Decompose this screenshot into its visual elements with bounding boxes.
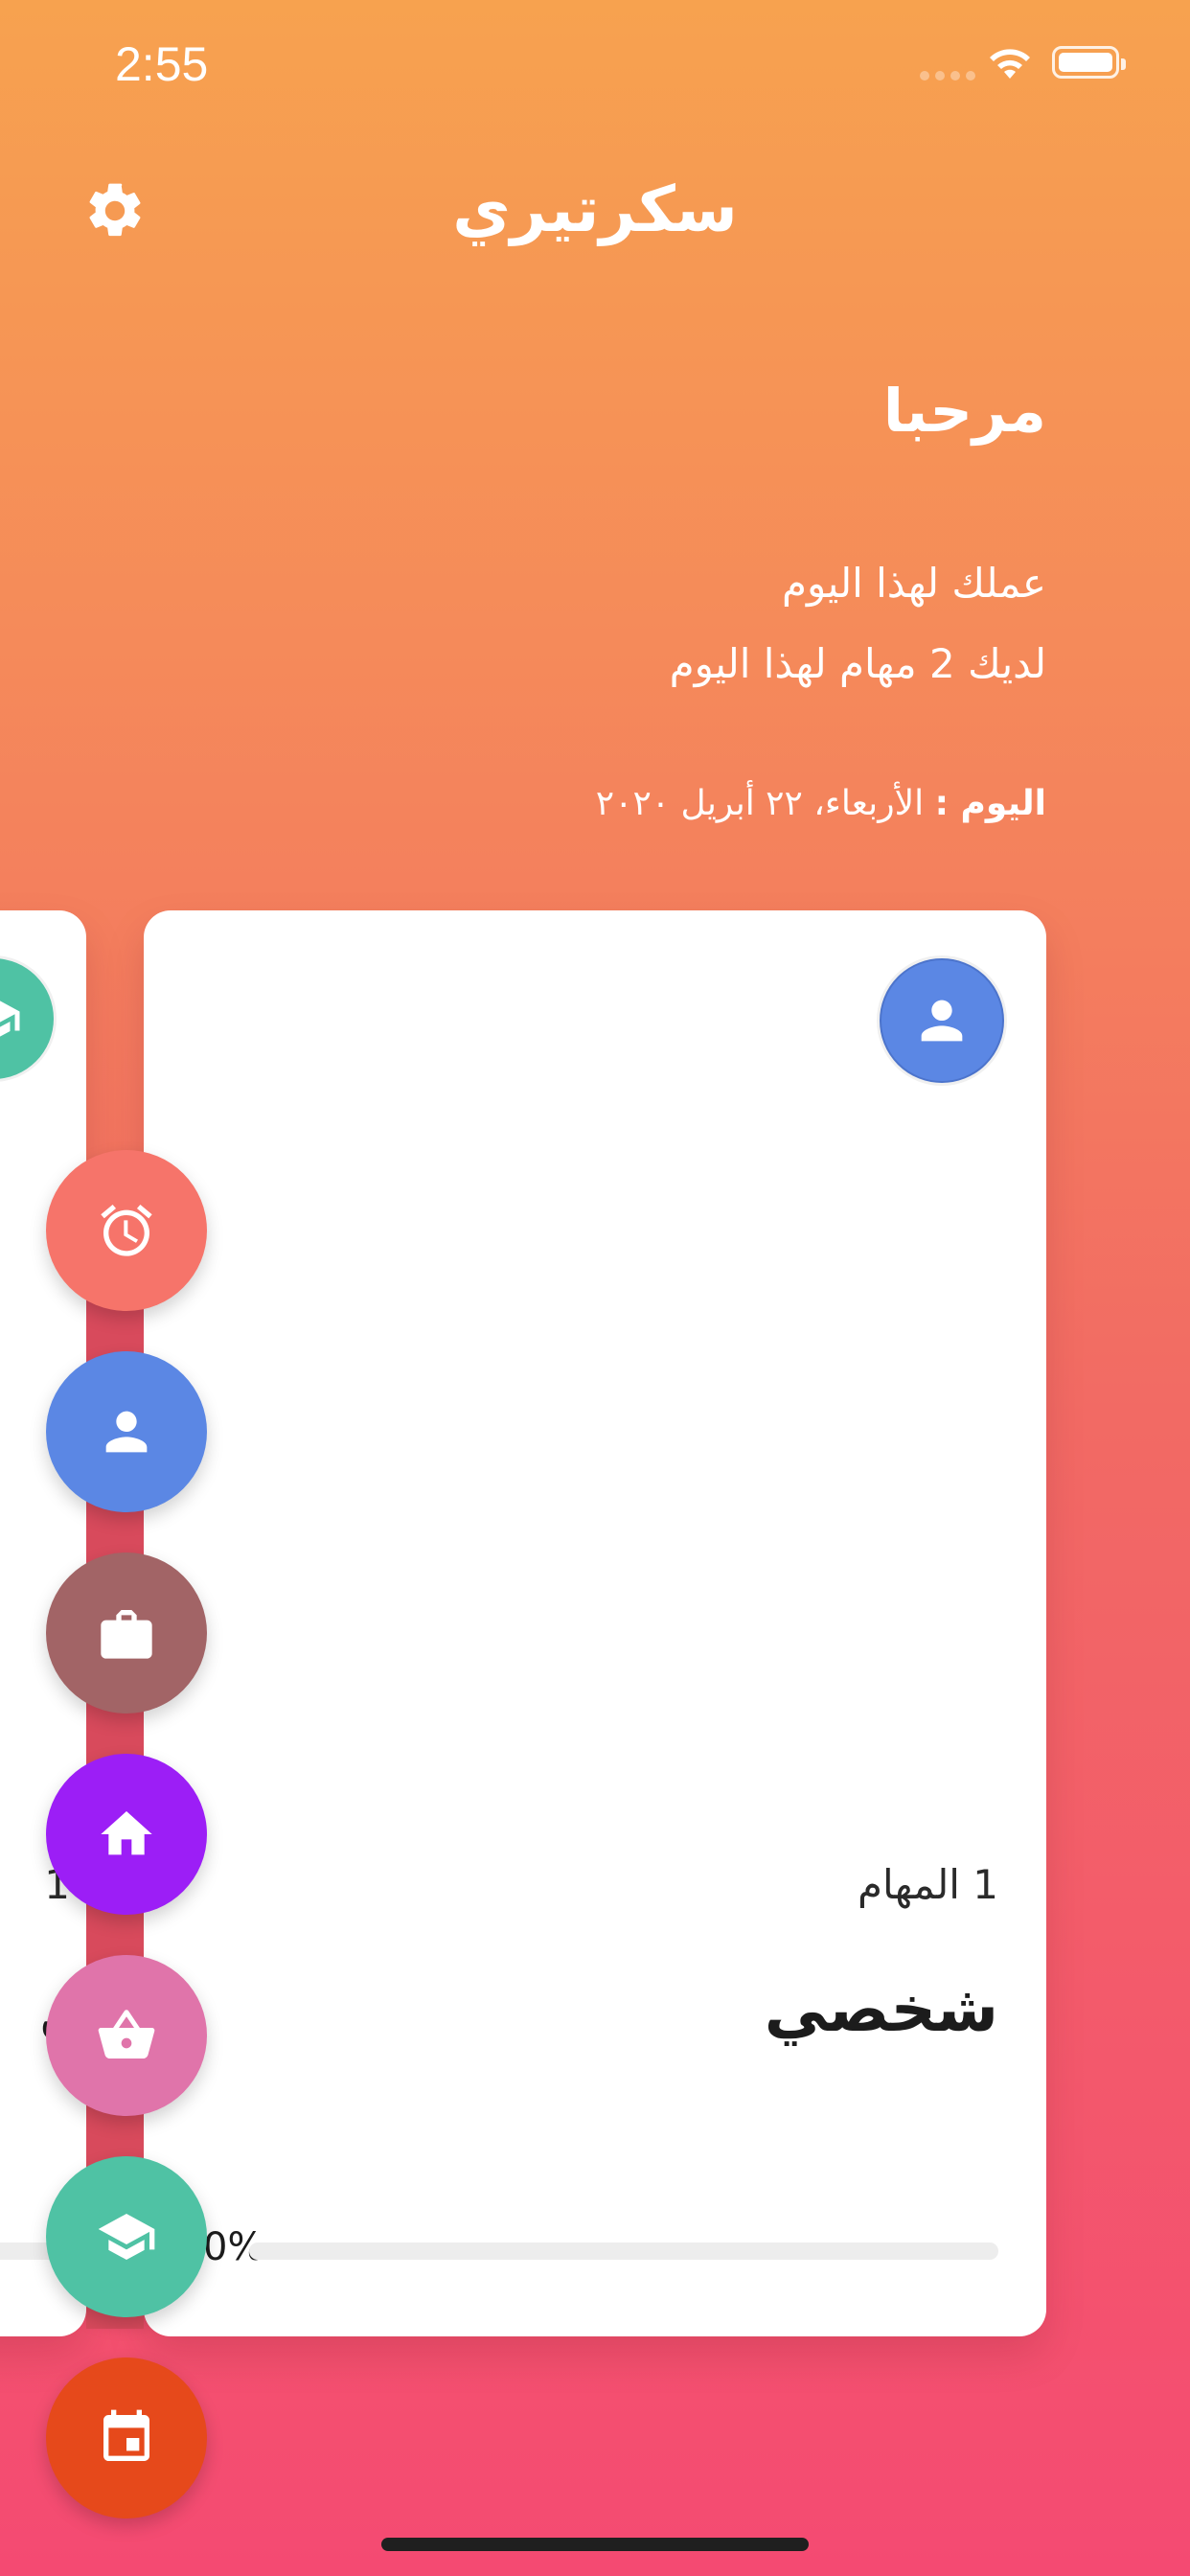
briefcase-icon <box>101 1610 152 1659</box>
basket-icon <box>98 2010 155 2058</box>
cellular-signal-icon <box>920 71 975 80</box>
category-progress-bar <box>249 2242 998 2260</box>
person-icon <box>105 1411 148 1453</box>
home-icon <box>101 1811 152 1855</box>
add-shopping-button[interactable] <box>46 1955 207 2116</box>
today-work-label: عملك لهذا اليوم <box>781 560 1046 607</box>
task-count-summary: لديك 2 مهام لهذا اليوم <box>669 640 1046 687</box>
add-alarm-button[interactable] <box>46 1150 207 1311</box>
date-value: الأربعاء، ٢٢ أبريل ٢٠٢٠ <box>595 784 925 823</box>
add-personal-button[interactable] <box>46 1351 207 1512</box>
status-bar: 2:55 <box>0 0 1190 134</box>
category-card-personal[interactable]: 1 المهام شخصي 0% <box>144 910 1046 2336</box>
date-label: اليوم : <box>934 784 1046 823</box>
app-title: سكرتيري <box>452 172 738 246</box>
category-task-count: 1 المهام <box>858 1861 998 1908</box>
add-work-button[interactable] <box>46 1552 207 1714</box>
greeting-heading: مرحبا <box>882 376 1046 446</box>
home-indicator <box>381 2538 809 2551</box>
category-name: شخصي <box>764 1972 998 2046</box>
add-home-button[interactable] <box>46 1754 207 1915</box>
battery-icon <box>1052 46 1126 79</box>
school-icon <box>98 2214 155 2260</box>
school-icon <box>0 958 54 1079</box>
person-icon <box>880 958 1004 1083</box>
calendar-button[interactable] <box>46 2358 207 2518</box>
add-school-button[interactable] <box>46 2156 207 2317</box>
calendar-icon <box>103 2409 149 2461</box>
alarm-icon <box>101 1204 152 1256</box>
today-date: اليوم : الأربعاء، ٢٢ أبريل ٢٠٢٠ <box>596 784 1046 823</box>
wifi-icon <box>990 49 1030 79</box>
status-time: 2:55 <box>115 37 209 91</box>
